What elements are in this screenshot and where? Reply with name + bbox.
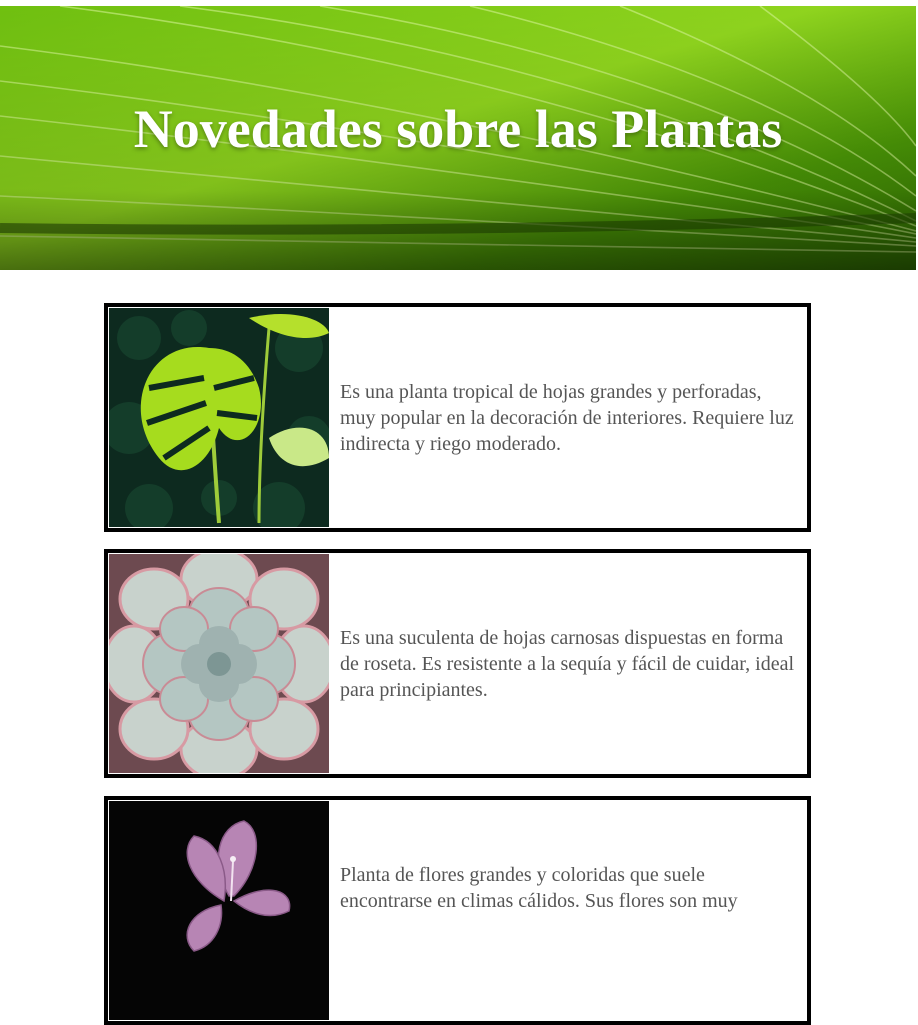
card-description: Es una planta tropical de hojas grandes …: [340, 380, 794, 455]
card-description: Es una suculenta de hojas carnosas dispu…: [340, 626, 795, 701]
monstera-image: [109, 308, 329, 527]
plant-card-succulent: Es una suculenta de hojas carnosas dispu…: [104, 549, 811, 778]
page-title: Novedades sobre las Plantas: [133, 99, 783, 159]
hero-banner: Novedades sobre las Plantas: [0, 6, 916, 270]
card-description: Planta de flores grandes y coloridas que…: [340, 864, 738, 912]
plant-card-monstera: Es una planta tropical de hojas grandes …: [104, 303, 811, 532]
succulent-image: [109, 554, 329, 773]
plant-card-hibiscus: Planta de flores grandes y coloridas que…: [104, 796, 811, 1025]
hibiscus-image: [109, 801, 329, 1020]
